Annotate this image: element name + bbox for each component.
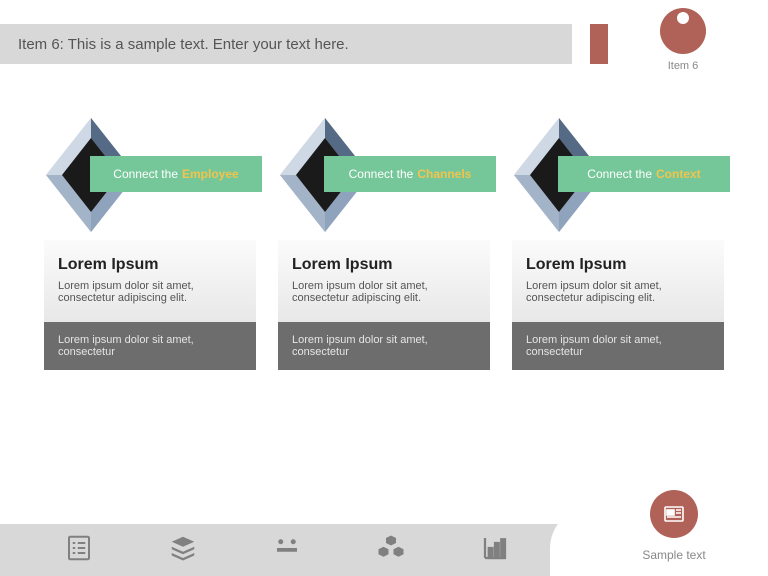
checklist-icon — [64, 533, 94, 568]
card-text: Lorem ipsum dolor sit amet, consectetur … — [292, 280, 476, 304]
column-2: Connect the Channels Lorem Ipsum Lorem i… — [278, 120, 490, 370]
card-title: Lorem Ipsum — [58, 256, 242, 274]
card-footer: Lorem ipsum dolor sit amet, consectetur — [512, 322, 724, 370]
column-label-bar: Connect the Employee — [90, 156, 262, 192]
column-3: Connect the Context Lorem Ipsum Lorem ip… — [512, 120, 724, 370]
header-bar: Item 6: This is a sample text. Enter you… — [0, 24, 768, 64]
meeting-icon — [272, 533, 302, 568]
card-footer: Lorem ipsum dolor sit amet, consectetur — [44, 322, 256, 370]
card-body: Lorem Ipsum Lorem ipsum dolor sit amet, … — [512, 240, 724, 322]
footer-tab-circle — [650, 490, 698, 538]
badge-label: Item 6 — [660, 60, 706, 72]
label-highlight: Context — [656, 167, 701, 181]
column-label-bar: Connect the Channels — [324, 156, 496, 192]
hex-graphic: Connect the Channels — [278, 120, 490, 240]
stack-icon — [168, 533, 198, 568]
label-highlight: Channels — [417, 167, 471, 181]
column-label-bar: Connect the Context — [558, 156, 730, 192]
hex-graphic: Connect the Context — [512, 120, 724, 240]
column-1: Connect the Employee Lorem Ipsum Lorem i… — [44, 120, 256, 370]
columns-container: Connect the Employee Lorem Ipsum Lorem i… — [44, 120, 724, 370]
card-title: Lorem Ipsum — [526, 256, 710, 274]
card-text: Lorem ipsum dolor sit amet, consectetur … — [526, 280, 710, 304]
hex-graphic: Connect the Employee — [44, 120, 256, 240]
label-prefix: Connect the — [113, 167, 178, 181]
card-body: Lorem Ipsum Lorem ipsum dolor sit amet, … — [44, 240, 256, 322]
bar-chart-icon — [480, 533, 510, 568]
card-title: Lorem Ipsum — [292, 256, 476, 274]
slide-title: Item 6: This is a sample text. Enter you… — [0, 24, 572, 64]
card-footer: Lorem ipsum dolor sit amet, consectetur — [278, 322, 490, 370]
card-text: Lorem ipsum dolor sit amet, consectetur … — [58, 280, 242, 304]
title-accent — [590, 24, 608, 64]
news-icon — [662, 502, 686, 526]
label-prefix: Connect the — [349, 167, 414, 181]
label-highlight: Employee — [182, 167, 239, 181]
badge-circle-icon — [660, 8, 706, 54]
label-prefix: Connect the — [587, 167, 652, 181]
item-badge: Item 6 — [660, 8, 706, 72]
card-body: Lorem Ipsum Lorem ipsum dolor sit amet, … — [278, 240, 490, 322]
footer-icons — [64, 533, 510, 568]
footer-tab-label: Sample text — [642, 548, 705, 562]
cubes-icon — [376, 533, 406, 568]
footer-active-tab: Sample text — [580, 508, 768, 576]
